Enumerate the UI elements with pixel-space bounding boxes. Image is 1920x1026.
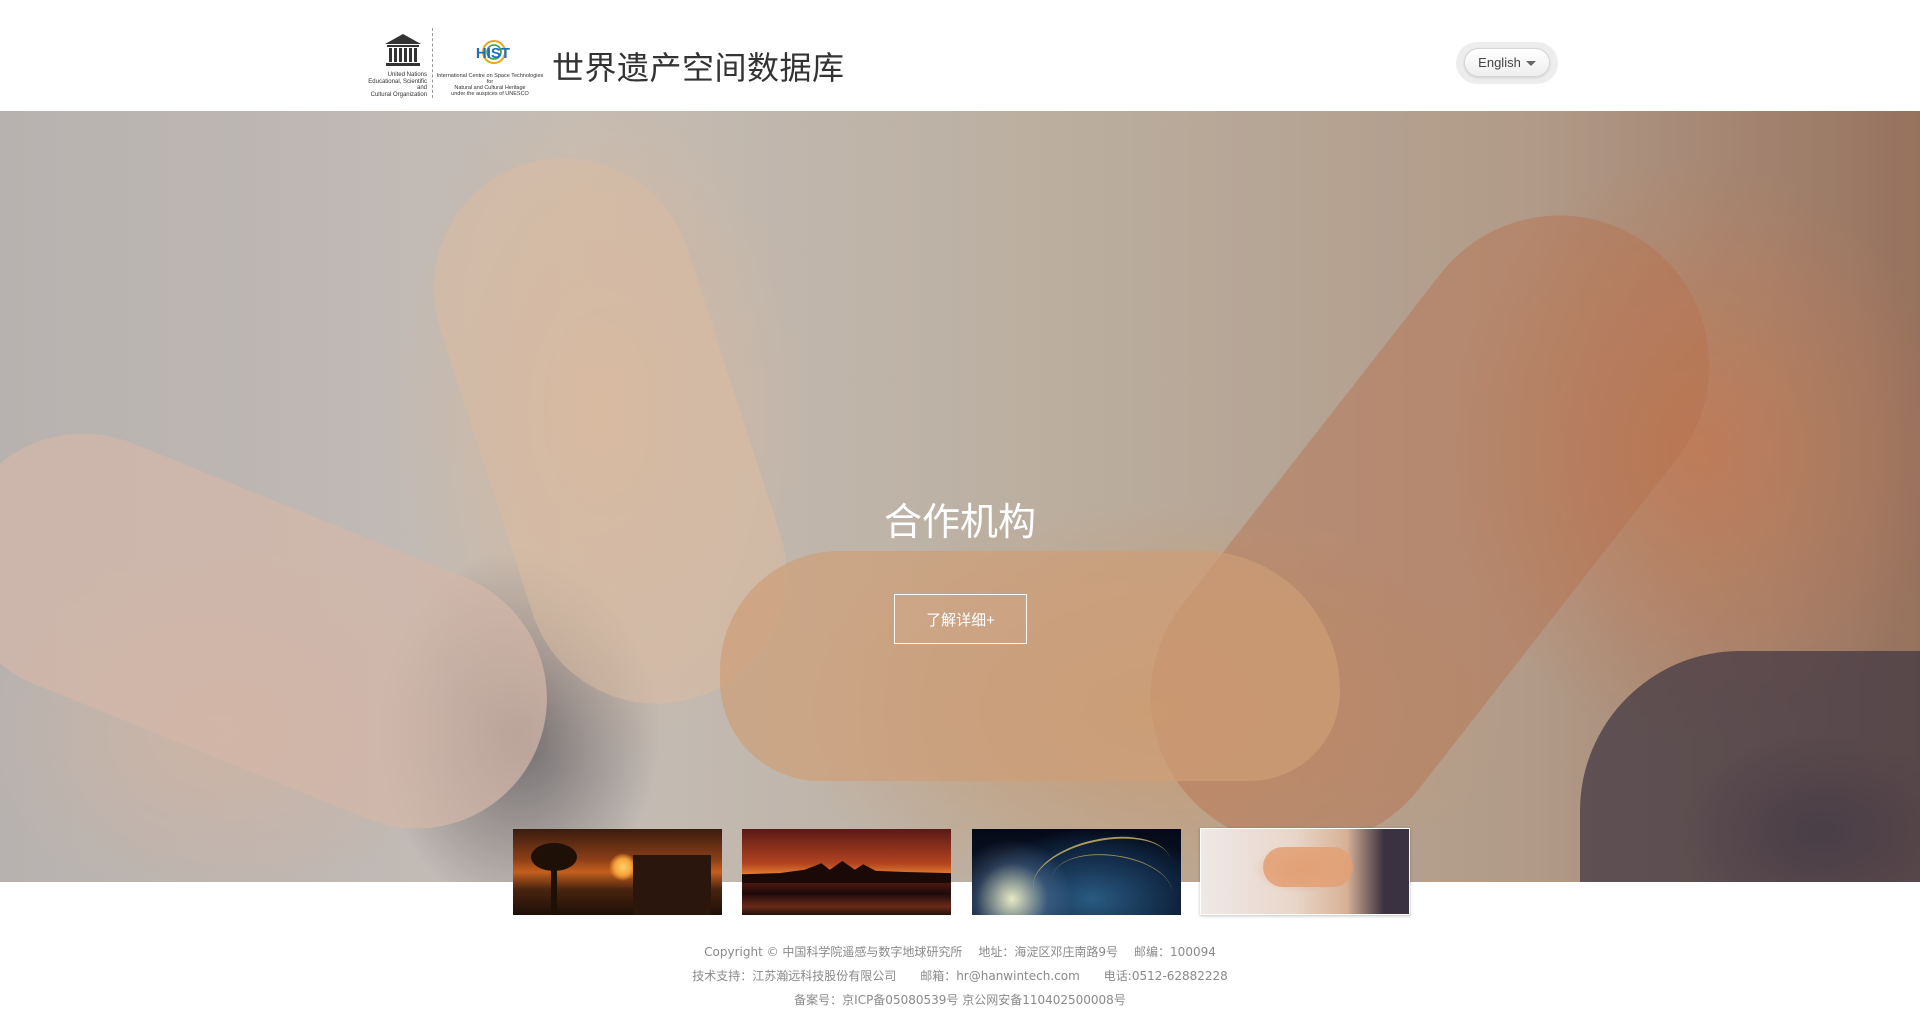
language-selector: English [1456, 42, 1558, 84]
footer-postcode: 邮编：100094 [1134, 945, 1216, 959]
svg-text:HIST: HIST [476, 45, 510, 62]
hist-logo[interactable]: HIST International Centre on Space Techn… [436, 38, 544, 97]
footer-icp[interactable]: 备案号：京ICP备05080539号 京公网安备110402500008号 [794, 993, 1126, 1007]
footer-email[interactable]: 邮箱：hr@hanwintech.com [920, 969, 1080, 983]
footer-address: 地址：海淀区邓庄南路9号 [978, 945, 1119, 959]
learn-more-button[interactable]: 了解详细+ [894, 594, 1027, 644]
footer-line-3: 备案号：京ICP备05080539号 京公网安备110402500008号 [0, 988, 1920, 1012]
language-label: English [1478, 55, 1521, 70]
site-footer: Copyright © 中国科学院遥感与数字地球研究所 地址：海淀区邓庄南路9号邮… [0, 940, 1920, 1012]
caret-down-icon [1525, 61, 1536, 66]
hands-image [1263, 847, 1353, 887]
thumbnail-angkor-wat-silhouette[interactable] [742, 829, 951, 915]
logo-divider [432, 28, 433, 98]
site-header: United Nations Educational, Scientific a… [0, 0, 1920, 111]
footer-tech-support: 技术支持：江苏瀚远科技股份有限公司 [692, 969, 897, 983]
tree-trunk [551, 865, 557, 915]
footer-line-2: 技术支持：江苏瀚远科技股份有限公司 邮箱：hr@hanwintech.com 电话:… [0, 964, 1920, 988]
footer-line-1: Copyright © 中国科学院遥感与数字地球研究所 地址：海淀区邓庄南路9号 邮… [0, 940, 1920, 964]
thumbnail-sunset-temple-ruins[interactable] [513, 829, 722, 915]
language-dropdown-button[interactable]: English [1464, 48, 1550, 77]
thumbnail-earth-network-lights[interactable] [972, 829, 1181, 915]
hist-logo-icon: HIST [476, 40, 510, 64]
footer-phone: 电话:0512-62882228 [1103, 969, 1228, 983]
temple-silhouette [742, 861, 951, 883]
site-title[interactable]: 世界遗产空间数据库 [552, 43, 845, 89]
unesco-temple-icon [385, 34, 421, 66]
hero-title: 合作机构 [883, 500, 1036, 544]
ruin-silhouette [633, 855, 711, 915]
hero-banner: 合作机构 了解详细+ [0, 111, 1920, 882]
thumbnail-stacked-hands[interactable] [1200, 828, 1410, 915]
unesco-logo-text: United Nations Educational, Scientific a… [368, 72, 427, 98]
hist-logo-text: International Centre on Space Technologi… [436, 73, 544, 97]
unesco-logo[interactable]: United Nations Educational, Scientific a… [361, 30, 431, 98]
footer-copyright: Copyright © 中国科学院遥感与数字地球研究所 [704, 945, 963, 959]
